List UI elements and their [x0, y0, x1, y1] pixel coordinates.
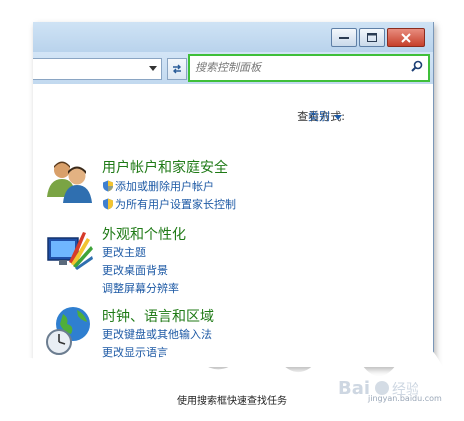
- svg-text:Bai: Bai: [338, 378, 370, 399]
- navigation-toolbar: [33, 52, 433, 84]
- users-icon: [47, 161, 92, 203]
- view-by-dropdown[interactable]: 类别: [308, 108, 342, 124]
- refresh-button[interactable]: [167, 58, 187, 80]
- link-label[interactable]: 添加或删除用户帐户: [115, 180, 214, 193]
- search-icon[interactable]: [411, 60, 423, 72]
- link-change-keyboard-input[interactable]: 更改键盘或其他输入法: [102, 326, 212, 342]
- link-change-theme[interactable]: 更改主题: [102, 244, 146, 260]
- address-bar[interactable]: [33, 58, 162, 80]
- category-title-clock-language-region[interactable]: 时钟、语言和区域: [102, 306, 214, 326]
- category-appearance: 外观和个性化 更改主题 更改桌面背景 调整屏幕分辨率: [45, 224, 405, 300]
- close-icon: [401, 32, 411, 43]
- category-title-user-accounts[interactable]: 用户帐户和家庭安全: [102, 157, 228, 177]
- category-user-accounts: 用户帐户和家庭安全 添加或删除用户帐户 为所有用户设置家长控制: [45, 157, 405, 217]
- watermark-url: jingyan.baidu.com: [368, 394, 442, 403]
- refresh-icon: [173, 64, 181, 74]
- close-button[interactable]: [387, 28, 425, 47]
- link-adjust-screen-resolution[interactable]: 调整屏幕分辨率: [102, 280, 179, 296]
- search-input[interactable]: [195, 59, 395, 75]
- link-change-desktop-background[interactable]: 更改桌面背景: [102, 262, 168, 278]
- chevron-down-icon[interactable]: [149, 66, 157, 71]
- appearance-icon: [47, 232, 93, 270]
- minimize-button[interactable]: [331, 28, 357, 47]
- minimize-icon: [339, 36, 349, 39]
- shield-icon: [103, 198, 113, 210]
- category-title-appearance[interactable]: 外观和个性化: [102, 224, 186, 244]
- control-panel-content: 查看方式: 类别 用户帐户和家庭安全 添加或删除用户帐户 为所有用户设置家长控制…: [33, 84, 433, 367]
- window-controls: [329, 28, 425, 47]
- link-parental-controls[interactable]: 为所有用户设置家长控制: [102, 196, 236, 212]
- shield-icon: [103, 180, 113, 192]
- dropdown-arrow-icon[interactable]: [334, 114, 342, 120]
- control-panel-window: 查看方式: 类别 用户帐户和家庭安全 添加或删除用户帐户: [33, 22, 434, 367]
- link-add-remove-users[interactable]: 添加或删除用户帐户: [102, 178, 214, 194]
- view-by-value[interactable]: 类别: [308, 110, 330, 123]
- title-bar: [33, 22, 433, 52]
- maximize-button[interactable]: [359, 28, 385, 47]
- clock-globe-icon: [46, 307, 90, 355]
- search-box[interactable]: [188, 54, 430, 82]
- link-label[interactable]: 为所有用户设置家长控制: [115, 198, 236, 211]
- maximize-icon: [367, 33, 377, 42]
